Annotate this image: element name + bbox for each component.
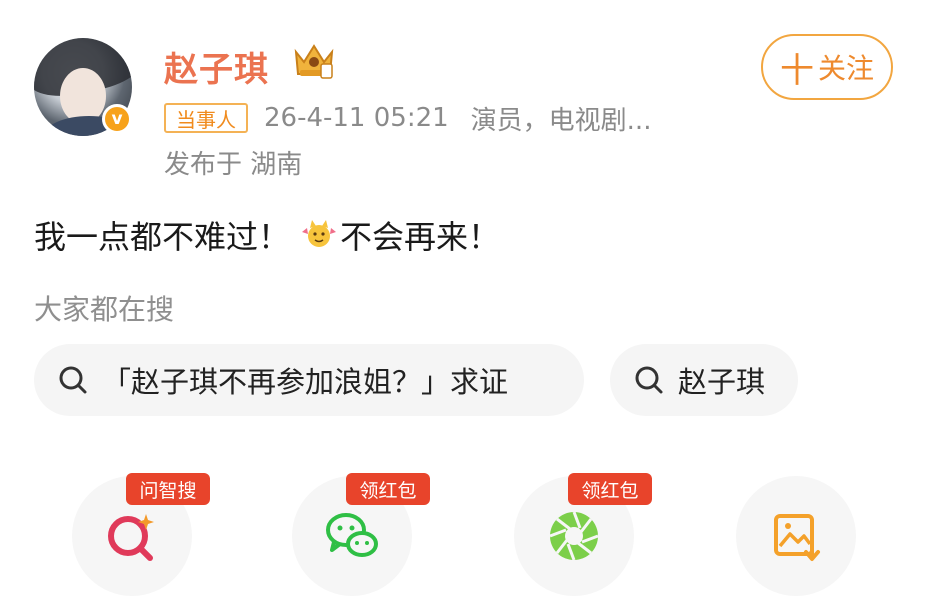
search-icon [635,366,663,394]
search-chip[interactable]: 「赵子琪不再参加浪姐？」求证 [34,344,584,416]
wechat-icon [326,513,378,557]
involved-party-tag: 当事人 [164,103,248,133]
plus-icon: 十 [779,50,814,91]
cheer-emoji-icon [302,220,337,247]
search-chip-label: 赵子琪 [678,365,766,399]
follow-label: 关注 [817,52,874,85]
red-packet-badge: 领红包 [346,473,430,505]
post-timestamp: 26-4-11 05:21 [264,103,449,133]
verified-icon: v [102,104,132,134]
moments-icon [549,511,599,561]
crown-icon [294,44,334,79]
ai-search-icon [108,514,154,561]
red-packet-badge: 领红包 [568,473,652,505]
post-content: 我一点都不难过！ 不会再来！ [34,212,500,258]
user-description: 演员，电视剧... [470,105,652,136]
username[interactable]: 赵子琪 [164,42,269,91]
post-text-before: 我一点都不难过！ [34,218,291,256]
search-chip[interactable]: 赵子琪 [610,344,798,416]
trending-search-title: 大家都在搜 [34,293,175,326]
post-location: 发布于 湖南 [164,150,303,180]
search-chip-label: 「赵子琪不再参加浪姐？」求证 [102,365,509,399]
follow-button[interactable]: 十 关注 [761,34,893,100]
search-icon [59,366,87,394]
save-image-button[interactable] [736,476,856,596]
save-image-icon [774,514,820,561]
ai-search-badge: 问智搜 [126,473,210,505]
post-meta: 当事人 26-4-11 05:21 演员，电视剧... [164,100,651,136]
post-text-after: 不会再来！ [340,218,501,256]
